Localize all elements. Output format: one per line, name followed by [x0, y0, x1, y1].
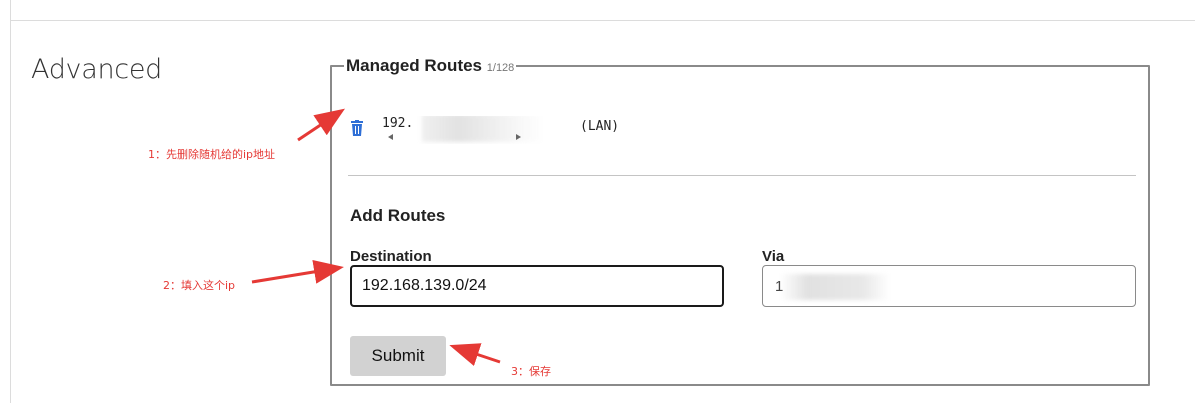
annotation-step-3: 3：保存 [511, 365, 551, 378]
trash-icon[interactable] [350, 120, 364, 136]
managed-routes-panel: Managed Routes 1/128 192. (LAN) Add Rout… [330, 56, 1150, 386]
annotation-arrow-2 [251, 260, 344, 284]
destination-label: Destination [350, 248, 432, 265]
managed-routes-legend: Managed Routes 1/128 [344, 56, 516, 76]
submit-button[interactable]: Submit [350, 336, 446, 376]
page-top-divider [10, 20, 1195, 21]
routes-divider [348, 175, 1136, 176]
managed-routes-title: Managed Routes [346, 56, 483, 75]
route-ip-redaction [422, 116, 544, 142]
route-ip-scrollbox[interactable]: 192. [382, 116, 544, 144]
via-input[interactable] [762, 265, 1136, 307]
managed-routes-count: 1/128 [486, 62, 515, 74]
annotation-step-2: 2：填入这个ip [163, 279, 236, 292]
add-routes-title: Add Routes [350, 206, 446, 225]
section-title: Advanced [31, 54, 162, 85]
route-type-label: (LAN) [580, 119, 620, 134]
via-label: Via [762, 248, 785, 265]
destination-input[interactable] [350, 265, 724, 307]
scroll-left-icon[interactable] [388, 134, 393, 140]
annotation-step-1: 1：先删除随机给的ip地址 [148, 148, 276, 161]
page-left-border [10, 0, 11, 403]
route-ip-text: 192. [382, 116, 414, 131]
scroll-right-icon[interactable] [516, 134, 521, 140]
